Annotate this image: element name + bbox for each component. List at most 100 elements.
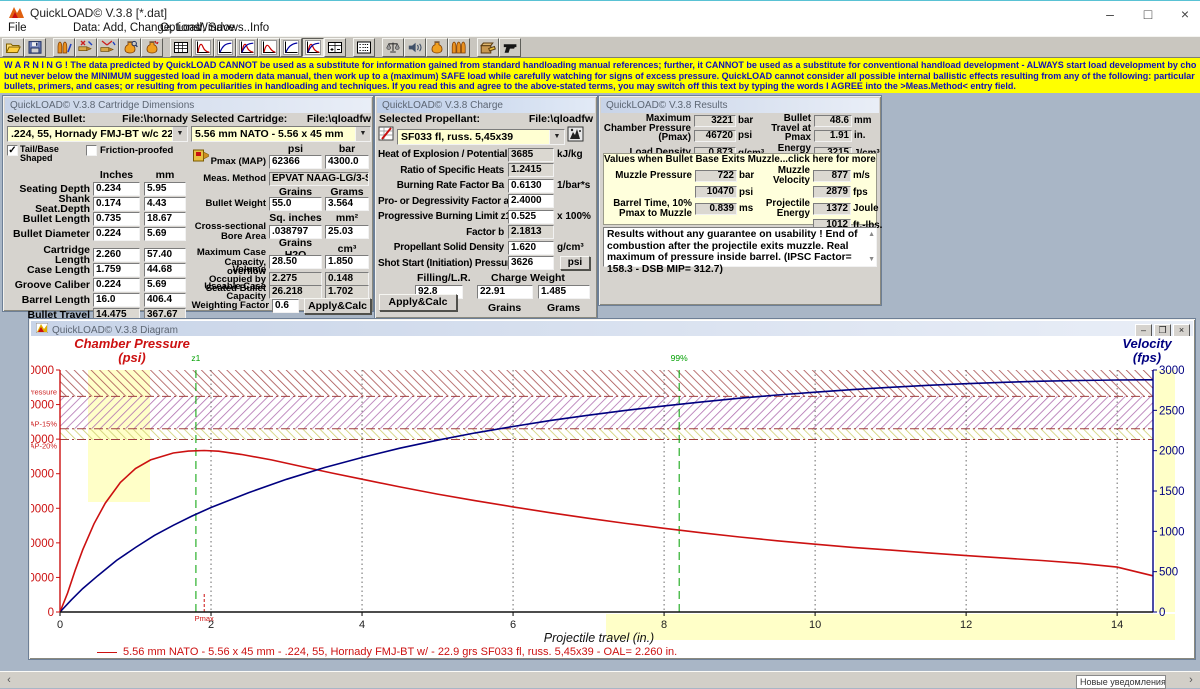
recoil-button[interactable] bbox=[404, 38, 426, 57]
charge-value-field[interactable]: 1.2415 bbox=[508, 163, 554, 177]
scroll-up-icon[interactable]: ▲ bbox=[868, 229, 875, 241]
diagram-window-titlebar[interactable]: QuickLOAD© V.3.8 Diagram – ❐ × bbox=[31, 321, 1193, 336]
cartridge-edit-button[interactable] bbox=[97, 38, 119, 57]
open-file-button[interactable] bbox=[2, 38, 24, 57]
charge-label: Propellant Solid Density bbox=[378, 242, 508, 253]
friction-proofed-checkbox[interactable] bbox=[86, 145, 97, 156]
table-edit-button[interactable] bbox=[324, 38, 346, 57]
velocity-curve-button[interactable] bbox=[214, 38, 236, 57]
cartridge-apply-calc-button[interactable]: Apply&Calc bbox=[304, 298, 371, 314]
diagram-combined-button[interactable] bbox=[302, 38, 324, 57]
dimension-row: Groove Caliber0.2245.69 bbox=[7, 277, 188, 292]
menu-file[interactable]: File bbox=[8, 22, 27, 34]
combined-curve-button[interactable] bbox=[236, 38, 258, 57]
charge-apply-calc-button[interactable]: Apply&Calc bbox=[379, 294, 457, 311]
charge-grains-field[interactable]: 22.91 bbox=[477, 285, 533, 299]
menu-info[interactable]: Info bbox=[250, 22, 269, 34]
scroll-left-icon[interactable]: ‹ bbox=[1, 673, 17, 688]
diagram-close-button[interactable]: × bbox=[1173, 324, 1190, 336]
propellant-table-icon[interactable] bbox=[378, 126, 395, 147]
tail-base-checkbox[interactable]: ✓ bbox=[7, 145, 18, 156]
menu-options[interactable]: Options bbox=[160, 22, 200, 34]
meas-method-field[interactable]: EPVAT NAAG-LG/3-SG/1 bbox=[269, 172, 369, 186]
charge-row: Heat of Explosion / Potential3685kJ/kg bbox=[378, 147, 594, 162]
dimension-label: Bullet Length bbox=[7, 214, 93, 224]
dimension-inches-field[interactable]: 1.759 bbox=[93, 263, 140, 277]
powder-burn-search-button[interactable] bbox=[141, 38, 163, 57]
cartridge-database-button[interactable] bbox=[75, 38, 97, 57]
powder-scale-button[interactable] bbox=[382, 38, 404, 57]
bullet-combobox[interactable]: .224, 55, Hornady FMJ-BT w/c 2267 ▼ bbox=[7, 126, 188, 142]
scroll-right-icon[interactable]: › bbox=[1183, 673, 1199, 688]
dimension-inches-field[interactable]: 0.224 bbox=[93, 227, 140, 241]
dimension-mm-field[interactable]: 57.40 bbox=[144, 248, 186, 262]
charge-row: Propellant Solid Density1.620g/cm³ bbox=[378, 240, 594, 255]
dimension-mm-field[interactable]: 5.69 bbox=[144, 278, 186, 292]
bullet-selection-button[interactable] bbox=[448, 38, 470, 57]
dimension-inches-field[interactable]: 0.234 bbox=[93, 182, 140, 196]
horizontal-scrollbar[interactable]: ‹ › bbox=[0, 671, 1200, 688]
maximize-button[interactable]: □ bbox=[1133, 5, 1163, 23]
pressure-curve-button[interactable] bbox=[192, 38, 214, 57]
powder-search-button[interactable] bbox=[119, 38, 141, 57]
charge-value-field[interactable]: 3685 bbox=[508, 148, 554, 162]
dimension-mm-field[interactable]: 5.95 bbox=[144, 182, 186, 196]
diagram-minimize-button[interactable]: – bbox=[1135, 324, 1152, 336]
bullet-combobox-arrow-icon[interactable]: ▼ bbox=[172, 127, 187, 141]
dimension-inches-field[interactable]: 2.260 bbox=[93, 248, 140, 262]
cartridge-combobox-arrow-icon[interactable]: ▼ bbox=[355, 127, 370, 141]
gun-data-button[interactable] bbox=[499, 38, 521, 57]
velocity-diagram-button[interactable] bbox=[280, 38, 302, 57]
pressure-diagram-button[interactable] bbox=[258, 38, 280, 57]
muzzle-values-group[interactable]: Values when Bullet Base Exits Muzzle...c… bbox=[603, 153, 877, 225]
scroll-down-icon[interactable]: ▼ bbox=[868, 254, 875, 266]
dimension-mm-field[interactable]: 5.69 bbox=[144, 227, 186, 241]
charge-value-field[interactable]: 3626 bbox=[508, 256, 554, 270]
max-pressure-bar-value: 3221 bbox=[694, 115, 736, 127]
burning-powder-icon[interactable] bbox=[567, 126, 584, 147]
bullet-database-button[interactable] bbox=[53, 38, 75, 57]
dimension-inches-field[interactable]: 0.735 bbox=[93, 212, 140, 226]
dimension-inches-field[interactable]: 0.224 bbox=[93, 278, 140, 292]
diagram-restore-button[interactable]: ❐ bbox=[1154, 324, 1171, 336]
dimension-inches-field[interactable]: 16.0 bbox=[93, 293, 140, 307]
velocity-curve-icon bbox=[217, 40, 233, 55]
app-titlebar[interactable]: QuickLOAD© V.3.8 [*.dat] – □ × File Data… bbox=[0, 0, 1200, 36]
selected-bullet-label: Selected Bullet: bbox=[7, 113, 86, 125]
charge-value-field[interactable]: 0.525 bbox=[508, 210, 554, 224]
psi-unit-button[interactable]: psi bbox=[560, 256, 590, 270]
weighting-factor-field[interactable]: 0.6 bbox=[272, 299, 299, 313]
pmax-psi-field[interactable]: 62366 bbox=[269, 155, 322, 169]
cartridge-box-button[interactable] bbox=[477, 38, 499, 57]
velocity-axis-title: Velocity bbox=[1107, 337, 1187, 351]
charge-value-field[interactable]: 1.620 bbox=[508, 241, 554, 255]
menu-windows[interactable]: Windows... bbox=[197, 22, 253, 34]
propellant-combobox-arrow-icon[interactable]: ▼ bbox=[549, 130, 564, 144]
save-file-button[interactable] bbox=[24, 38, 46, 57]
dimension-mm-field[interactable]: 4.43 bbox=[144, 197, 186, 211]
dimension-mm-field[interactable]: 406.4 bbox=[144, 293, 186, 307]
data-table-button[interactable] bbox=[170, 38, 192, 57]
minimize-button[interactable]: – bbox=[1095, 5, 1125, 23]
results-window-titlebar[interactable]: QuickLOAD© V.3.8 Results bbox=[601, 98, 879, 113]
powder-flask-button[interactable] bbox=[426, 38, 448, 57]
close-button[interactable]: × bbox=[1170, 5, 1200, 23]
load-list-button[interactable] bbox=[353, 38, 375, 57]
cartridge-combobox[interactable]: 5.56 mm NATO - 5.56 x 45 mm ▼ bbox=[191, 126, 371, 142]
charge-value-field[interactable]: 2.1813 bbox=[508, 225, 554, 239]
bullet-weight-grains-field[interactable]: 55.0 bbox=[269, 197, 322, 211]
dimension-mm-field[interactable]: 18.67 bbox=[144, 212, 186, 226]
propellant-combobox[interactable]: SF033 fl, russ. 5,45x39 ▼ bbox=[397, 129, 565, 145]
grains-sublabel: Grains bbox=[488, 302, 521, 314]
muzzle-group-title[interactable]: Values when Bullet Base Exits Muzzle...c… bbox=[604, 154, 876, 165]
charge-window-titlebar[interactable]: QuickLOAD© V.3.8 Charge bbox=[377, 98, 595, 113]
dimension-inches-field[interactable]: 0.174 bbox=[93, 197, 140, 211]
results-comment-box[interactable]: Results without any guarantee on usabili… bbox=[603, 227, 877, 267]
charge-grams-field[interactable]: 1.485 bbox=[538, 285, 590, 299]
charge-value-field[interactable]: 0.6130 bbox=[508, 179, 554, 193]
dimension-mm-field[interactable]: 44.68 bbox=[144, 263, 186, 277]
charge-value-field[interactable]: 2.4000 bbox=[508, 194, 554, 208]
pmax-bar-field[interactable]: 4300.0 bbox=[325, 155, 369, 169]
cartridge-window-titlebar[interactable]: QuickLOAD© V.3.8 Cartridge Dimensions bbox=[5, 98, 371, 113]
bullet-weight-grams-field[interactable]: 3.564 bbox=[325, 197, 369, 211]
